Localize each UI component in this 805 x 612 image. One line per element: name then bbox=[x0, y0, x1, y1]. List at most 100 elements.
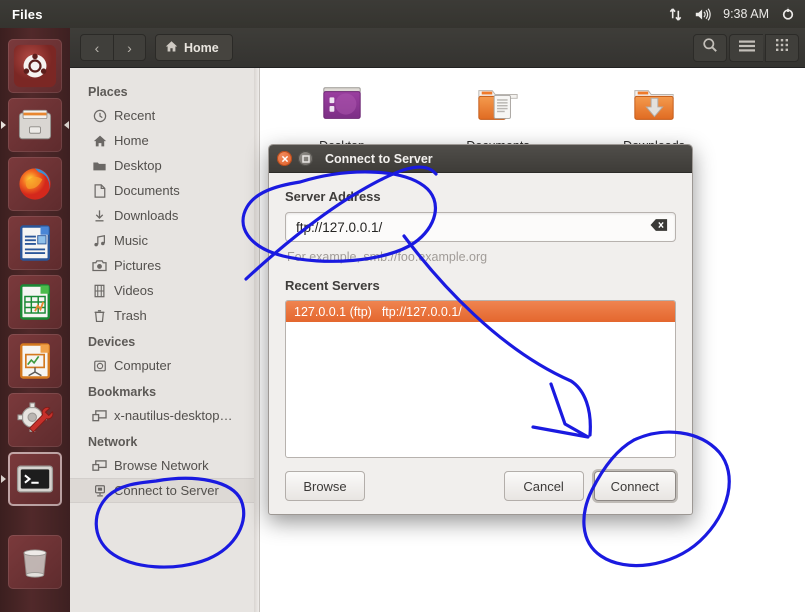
launcher-running-pip bbox=[1, 475, 6, 483]
connect-to-server-dialog: Connect to Server Server Address ftp://1… bbox=[268, 144, 693, 515]
file-item-desktop[interactable]: Desktop bbox=[282, 82, 402, 153]
server-address-hint: For example, smb://foo.example.org bbox=[287, 250, 488, 264]
sidebar-item-connect-to-server[interactable]: Connect to Server bbox=[70, 478, 259, 503]
launcher-item-libreoffice-calc[interactable] bbox=[8, 275, 62, 329]
recent-servers-label: Recent Servers bbox=[285, 278, 380, 293]
sidebar-item-home[interactable]: Home bbox=[70, 128, 259, 153]
sidebar-item-videos[interactable]: Videos bbox=[70, 278, 259, 303]
sidebar-resize-handle[interactable] bbox=[254, 68, 259, 612]
desktop-folder-icon bbox=[317, 82, 367, 133]
files-headerbar: ‹ › Home bbox=[70, 28, 805, 68]
home-icon bbox=[92, 133, 107, 148]
sidebar-item-browse-network[interactable]: Browse Network bbox=[70, 453, 259, 478]
launcher-focused-pip bbox=[64, 121, 69, 129]
folder-icon bbox=[92, 158, 107, 173]
recent-server-row[interactable]: 127.0.0.1 (ftp) ftp://127.0.0.1/ bbox=[286, 301, 675, 322]
launcher-item-libreoffice-writer[interactable] bbox=[8, 216, 62, 270]
sidebar-item-label: x-nautilus-desktop… bbox=[114, 408, 233, 423]
sidebar-item-x-nautilus-desktop[interactable]: x-nautilus-desktop… bbox=[70, 403, 259, 428]
app-menu-title[interactable]: Files bbox=[12, 7, 43, 22]
sidebar-item-music[interactable]: Music bbox=[70, 228, 259, 253]
computer-icon bbox=[92, 358, 107, 373]
home-icon bbox=[165, 40, 178, 56]
launcher-item-firefox[interactable] bbox=[8, 157, 62, 211]
clock-indicator[interactable]: 9:38 AM bbox=[723, 7, 769, 21]
headerbar-actions bbox=[693, 33, 799, 62]
desktop-icon bbox=[92, 408, 107, 423]
sidebar-item-desktop[interactable]: Desktop bbox=[70, 153, 259, 178]
film-icon bbox=[92, 283, 107, 298]
dialog-content: Server Address ftp://127.0.0.1/ For exam… bbox=[269, 173, 692, 458]
file-row: Desktop bbox=[260, 82, 805, 153]
sidebar-item-label: Computer bbox=[114, 358, 172, 373]
sidebar-item-recent[interactable]: Recent bbox=[70, 103, 259, 128]
places-sidebar: Places Recent Home Desktop Documents Dow… bbox=[70, 68, 260, 612]
sidebar-item-documents[interactable]: Documents bbox=[70, 178, 259, 203]
navigation-buttons: ‹ › bbox=[80, 34, 146, 61]
sidebar-section-places: Places bbox=[88, 85, 128, 99]
trash-icon bbox=[92, 308, 107, 323]
dialog-title: Connect to Server bbox=[325, 151, 433, 166]
launcher-item-terminal[interactable] bbox=[1, 452, 62, 506]
recent-servers-list[interactable]: 127.0.0.1 (ftp) ftp://127.0.0.1/ bbox=[285, 300, 676, 458]
dialog-titlebar[interactable]: Connect to Server bbox=[269, 145, 692, 173]
clock-icon bbox=[92, 108, 107, 123]
volume-indicator-icon[interactable] bbox=[694, 0, 712, 28]
network-indicator-icon[interactable] bbox=[668, 0, 683, 28]
search-button[interactable] bbox=[693, 33, 727, 62]
sidebar-item-label: Music bbox=[114, 233, 148, 248]
sidebar-item-computer[interactable]: Computer bbox=[70, 353, 259, 378]
launcher-running-pip bbox=[1, 121, 6, 129]
launcher-item-libreoffice-impress[interactable] bbox=[8, 334, 62, 388]
sidebar-item-label: Pictures bbox=[114, 258, 161, 273]
downloads-folder-icon bbox=[629, 82, 679, 133]
sidebar-item-pictures[interactable]: Pictures bbox=[70, 253, 259, 278]
hamburger-menu-icon bbox=[738, 39, 755, 57]
music-note-icon bbox=[92, 233, 107, 248]
recent-server-uri: ftp://127.0.0.1/ bbox=[381, 304, 462, 319]
menu-button[interactable] bbox=[729, 33, 763, 62]
forward-button[interactable]: › bbox=[113, 34, 146, 61]
breadcrumb-home[interactable]: Home bbox=[155, 34, 233, 61]
sidebar-item-label: Desktop bbox=[114, 158, 162, 173]
launcher-item-files[interactable] bbox=[1, 98, 69, 152]
browse-button[interactable]: Browse bbox=[285, 471, 365, 501]
download-icon bbox=[92, 208, 107, 223]
launcher-item-ubuntu-dash[interactable] bbox=[8, 39, 62, 93]
maximize-icon[interactable] bbox=[298, 151, 313, 166]
sidebar-item-label: Documents bbox=[114, 183, 180, 198]
clear-entry-icon[interactable] bbox=[650, 218, 668, 237]
sidebar-item-label: Home bbox=[114, 133, 149, 148]
connect-button[interactable]: Connect bbox=[593, 471, 676, 501]
view-options-button[interactable] bbox=[765, 33, 799, 62]
sidebar-item-label: Trash bbox=[114, 308, 147, 323]
file-item-downloads[interactable]: Downloads bbox=[594, 82, 714, 153]
unity-top-panel: Files 9:38 AM bbox=[0, 0, 805, 28]
server-address-value: ftp://127.0.0.1/ bbox=[296, 219, 383, 235]
sidebar-section-devices: Devices bbox=[88, 335, 136, 349]
launcher-item-trash[interactable] bbox=[8, 535, 62, 589]
sidebar-item-label: Recent bbox=[114, 108, 156, 123]
search-icon bbox=[702, 37, 718, 58]
session-power-gear-icon[interactable] bbox=[780, 0, 796, 28]
recent-server-name: 127.0.0.1 (ftp) bbox=[294, 304, 372, 319]
unity-launcher bbox=[0, 28, 70, 612]
cancel-button[interactable]: Cancel bbox=[503, 471, 584, 501]
sidebar-section-network: Network bbox=[88, 435, 138, 449]
sidebar-section-bookmarks: Bookmarks bbox=[88, 385, 157, 399]
sidebar-item-label: Downloads bbox=[114, 208, 179, 223]
close-icon[interactable] bbox=[277, 151, 292, 166]
network-icon bbox=[92, 458, 107, 473]
documents-folder-icon bbox=[473, 82, 523, 133]
breadcrumb-label: Home bbox=[184, 40, 219, 55]
sidebar-item-trash[interactable]: Trash bbox=[70, 303, 259, 328]
indicator-area: 9:38 AM bbox=[668, 0, 805, 28]
sidebar-item-label: Browse Network bbox=[114, 458, 209, 473]
sidebar-item-downloads[interactable]: Downloads bbox=[70, 203, 259, 228]
sidebar-item-label: Connect to Server bbox=[114, 483, 219, 498]
file-item-documents[interactable]: Documents bbox=[438, 82, 558, 153]
server-address-input[interactable]: ftp://127.0.0.1/ bbox=[285, 212, 676, 242]
back-button[interactable]: ‹ bbox=[80, 34, 113, 61]
server-address-label: Server Address bbox=[285, 189, 381, 204]
launcher-item-system-settings[interactable] bbox=[8, 393, 62, 447]
